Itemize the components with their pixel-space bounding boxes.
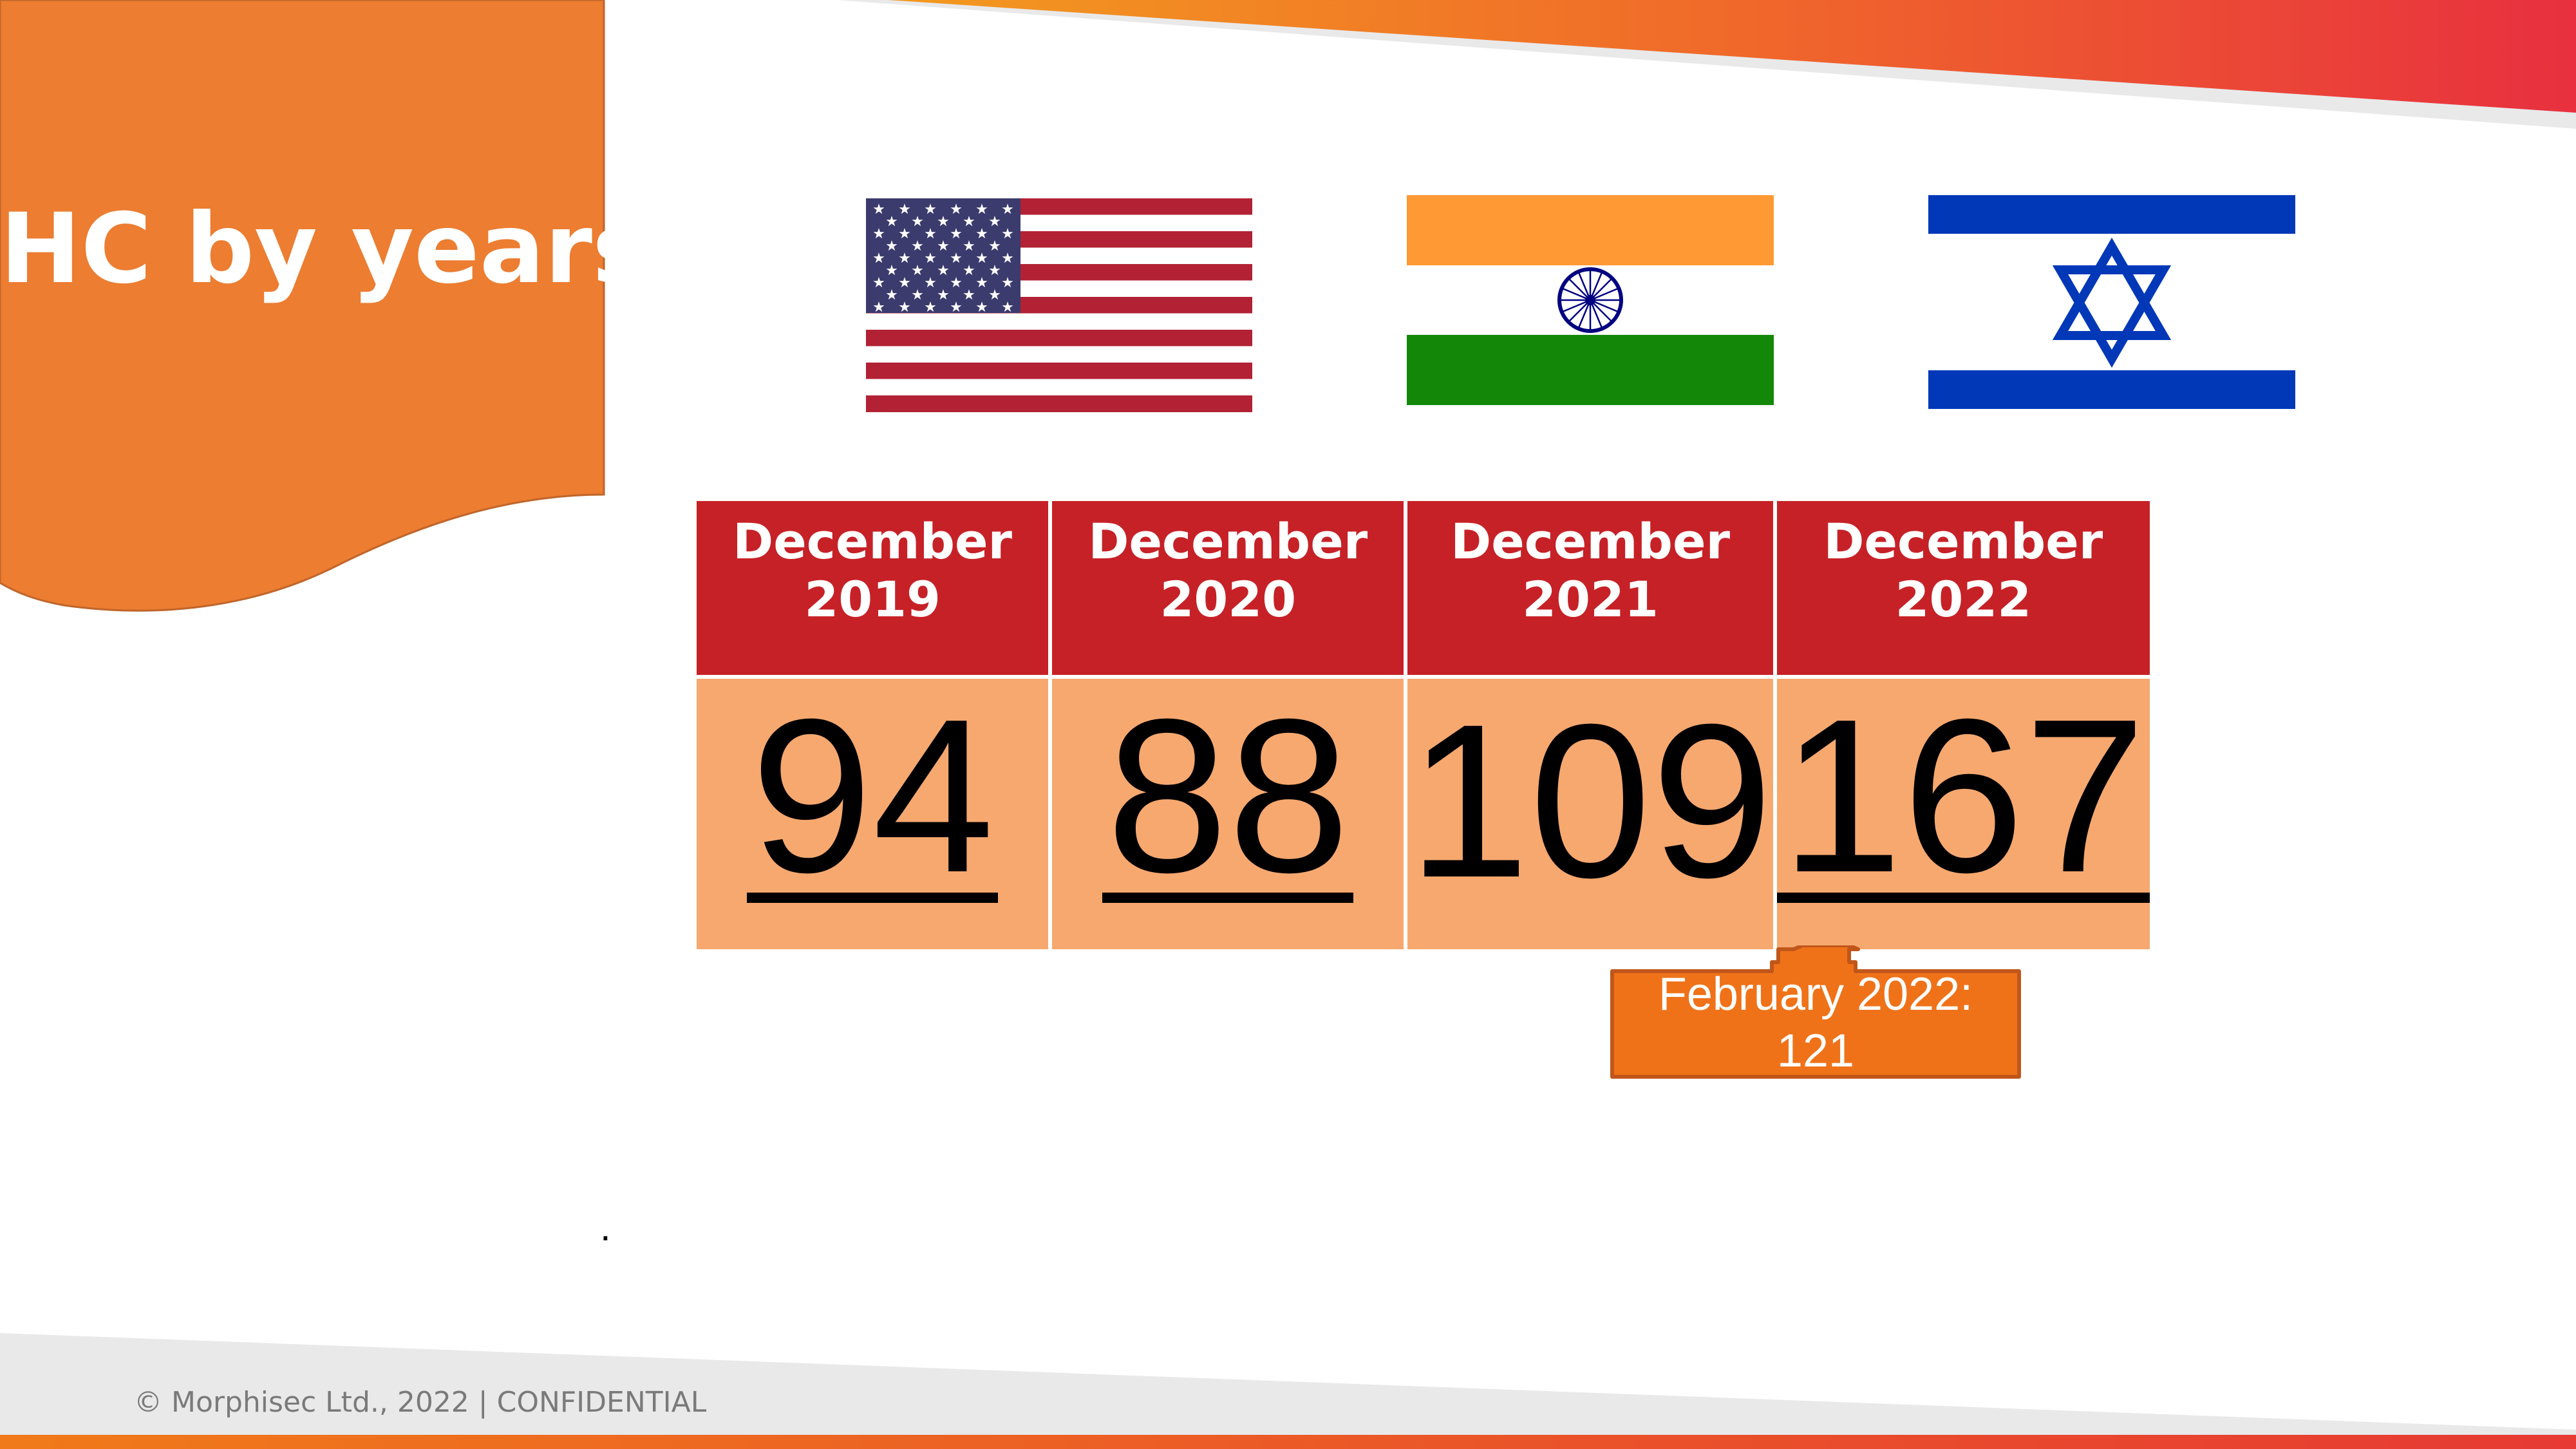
svg-text:★: ★	[975, 251, 988, 267]
svg-text:★: ★	[988, 238, 1001, 254]
callout-text: February 2022: 121	[1615, 966, 2017, 1079]
stray-dot: .	[600, 1206, 611, 1249]
svg-text:★: ★	[885, 238, 898, 254]
title-tab-shape	[0, 0, 605, 612]
column-header-2022: December 2022	[1776, 501, 2150, 675]
svg-text:★: ★	[898, 202, 911, 218]
page-title: HC by years	[0, 193, 650, 305]
callout-line-1: February 2022:	[1658, 969, 1973, 1020]
svg-text:★: ★	[975, 226, 988, 242]
svg-text:★: ★	[988, 263, 1001, 279]
svg-text:★: ★	[937, 214, 950, 230]
svg-text:★: ★	[963, 238, 975, 254]
svg-text:★: ★	[898, 226, 911, 242]
svg-text:★: ★	[872, 226, 885, 242]
svg-text:★: ★	[1001, 251, 1014, 267]
svg-text:★: ★	[1001, 202, 1014, 218]
header-month: December	[1451, 513, 1730, 570]
header-month: December	[733, 513, 1013, 570]
svg-text:★: ★	[975, 202, 988, 218]
svg-text:★: ★	[872, 299, 885, 316]
svg-text:★: ★	[1001, 226, 1014, 242]
svg-text:★: ★	[1001, 299, 1014, 316]
svg-text:★: ★	[975, 299, 988, 316]
svg-text:★: ★	[937, 238, 950, 254]
value-cell-2019: 94	[697, 679, 1049, 949]
header-year: 2019	[804, 571, 941, 628]
headcount-table: December 2019 December 2020 December 2021 D…	[697, 501, 2150, 949]
header-year: 2020	[1160, 571, 1297, 628]
svg-text:★: ★	[963, 287, 975, 303]
header-year: 2021	[1522, 571, 1659, 628]
footer-copyright: © Morphisec Ltd., 2022 | CONFIDENTIAL	[134, 1386, 707, 1419]
svg-text:★: ★	[924, 226, 937, 242]
svg-text:★: ★	[872, 275, 885, 291]
svg-text:★: ★	[950, 251, 963, 267]
india-flag-icon	[1407, 195, 1774, 405]
column-header-2020: December 2020	[1052, 501, 1404, 675]
column-header-2021: December 2021	[1407, 501, 1773, 675]
header-month: December	[1823, 513, 2103, 570]
svg-text:★: ★	[924, 299, 937, 316]
svg-text:★: ★	[885, 287, 898, 303]
svg-text:★: ★	[963, 263, 975, 279]
svg-text:★: ★	[924, 251, 937, 267]
svg-text:★: ★	[950, 299, 963, 316]
svg-text:★: ★	[937, 287, 950, 303]
svg-text:★: ★	[872, 251, 885, 267]
svg-text:★: ★	[988, 287, 1001, 303]
column-header-2019: December 2019	[697, 501, 1049, 675]
svg-text:★: ★	[898, 251, 911, 267]
headcount-value: 88	[1102, 687, 1354, 905]
svg-text:★: ★	[1001, 275, 1014, 291]
svg-text:★: ★	[898, 275, 911, 291]
headcount-value: 167	[1776, 687, 2150, 905]
callout-line-2: 121	[1776, 1025, 1855, 1077]
svg-text:★: ★	[937, 263, 950, 279]
svg-text:★: ★	[963, 214, 975, 230]
svg-text:★: ★	[924, 202, 937, 218]
value-cell-2021: 109	[1407, 679, 1773, 949]
svg-text:★: ★	[898, 299, 911, 316]
svg-text:★: ★	[911, 287, 924, 303]
svg-text:★: ★	[924, 275, 937, 291]
value-cell-2020: 88	[1052, 679, 1404, 949]
svg-text:★: ★	[885, 214, 898, 230]
svg-text:★: ★	[911, 214, 924, 230]
svg-text:★: ★	[950, 202, 963, 218]
svg-text:★: ★	[950, 275, 963, 291]
svg-text:★: ★	[950, 226, 963, 242]
header-month: December	[1088, 513, 1368, 570]
header-year: 2022	[1895, 571, 2032, 628]
svg-text:★: ★	[988, 214, 1001, 230]
svg-text:★: ★	[911, 238, 924, 254]
headcount-value: 109	[1407, 679, 1773, 923]
svg-text:★: ★	[975, 275, 988, 291]
value-cell-2022: 167	[1776, 679, 2150, 949]
israel-flag-icon	[1928, 195, 2295, 409]
svg-text:★: ★	[885, 263, 898, 279]
us-flag-icon: ★ ★ ★ ★ ★ ★ ★ ★ ★ ★ ★ ★ ★ ★ ★ ★ ★ ★ ★ ★ ★ ★ ★ ★ ★ ★ ★ ★ ★ ★ ★ ★ ★ ★…	[866, 198, 1252, 412]
svg-text:★: ★	[911, 263, 924, 279]
svg-text:★: ★	[872, 202, 885, 218]
headcount-value: 94	[747, 687, 999, 905]
